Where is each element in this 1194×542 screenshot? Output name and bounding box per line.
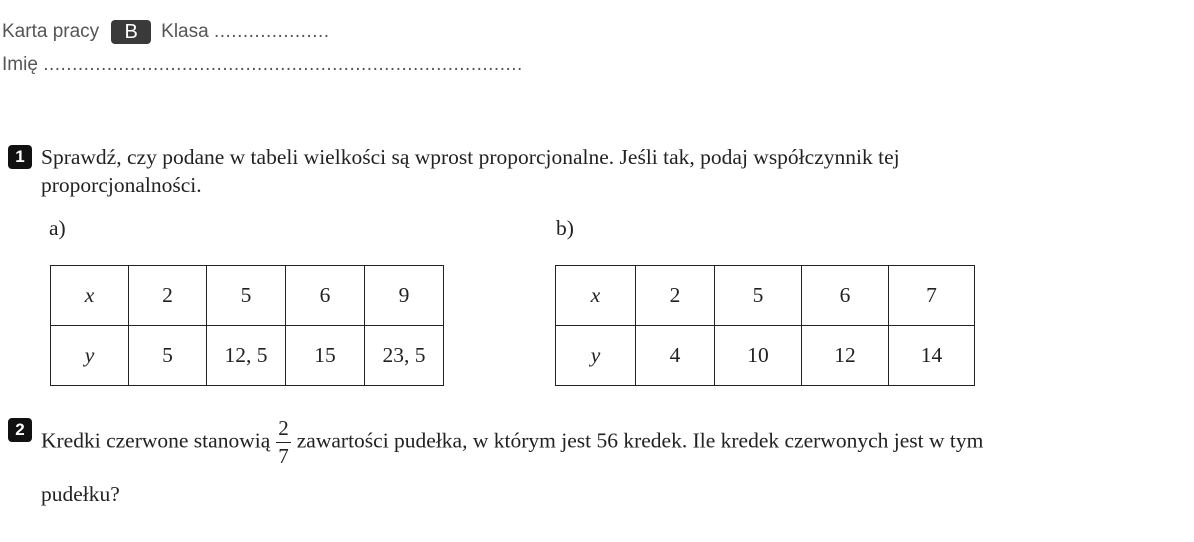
table-row: x 2 5 6 7: [555, 265, 975, 326]
worksheet-header: Karta pracy B Klasa ....................: [2, 20, 330, 44]
table-cell: 4: [635, 325, 715, 386]
fraction-bar: [276, 442, 291, 443]
table-cell: 6: [801, 265, 889, 326]
variant-badge: B: [111, 20, 152, 44]
task2-text-after: zawartości pudełka, w którym jest 56 kre…: [296, 428, 984, 453]
table-cell-header: y: [50, 325, 129, 386]
table-cell: 15: [285, 325, 365, 386]
fraction-denominator: 7: [278, 444, 289, 468]
task-number-1: 1: [8, 145, 32, 169]
task2-text-line1: Kredki czerwone stanowią 2 7 zawartości pud…: [41, 418, 1181, 467]
task1-text: Sprawdź, czy podane w tabeli wielkości s…: [41, 143, 1171, 199]
table-a: x 2 5 6 9 y 5 12, 5 15 23, 5: [50, 265, 444, 386]
table-cell: 5: [206, 265, 286, 326]
table-cell: 12, 5: [206, 325, 286, 386]
name-line: Imię ...................................…: [2, 54, 523, 76]
table-cell: 23, 5: [364, 325, 444, 386]
task-number-2: 2: [8, 418, 32, 442]
table-cell: 2: [128, 265, 207, 326]
table-cell-header: x: [555, 265, 636, 326]
task1-text-line1: Sprawdź, czy podane w tabeli wielkości s…: [41, 145, 900, 169]
table-cell: 5: [128, 325, 207, 386]
table-cell: 7: [888, 265, 975, 326]
table-cell-header: y: [555, 325, 636, 386]
worksheet-label: Karta pracy: [2, 21, 100, 43]
class-field[interactable]: ....................: [214, 21, 330, 42]
table-cell: 12: [801, 325, 889, 386]
task1-text-line2: proporcjonalności.: [41, 173, 202, 197]
table-b: x 2 5 6 7 y 4 10 12 14: [555, 265, 975, 386]
task2-text-line2: pudełku?: [41, 482, 120, 506]
table-row: x 2 5 6 9: [50, 265, 444, 326]
table-cell: 14: [888, 325, 975, 386]
part-b-label: b): [556, 216, 574, 240]
fraction-numerator: 2: [278, 416, 289, 440]
name-field[interactable]: ........................................…: [43, 54, 523, 75]
task2-text-before: Kredki czerwone stanowią: [41, 428, 271, 453]
table-cell: 2: [635, 265, 715, 326]
table-cell: 10: [714, 325, 802, 386]
table-cell: 6: [285, 265, 365, 326]
table-row: y 5 12, 5 15 23, 5: [50, 325, 444, 386]
part-a-label: a): [49, 216, 66, 240]
table-cell: 9: [364, 265, 444, 326]
name-label: Imię: [2, 54, 38, 75]
table-cell: 5: [714, 265, 802, 326]
table-row: y 4 10 12 14: [555, 325, 975, 386]
class-label: Klasa: [161, 21, 209, 43]
fraction: 27: [276, 418, 291, 467]
table-cell-header: x: [50, 265, 129, 326]
